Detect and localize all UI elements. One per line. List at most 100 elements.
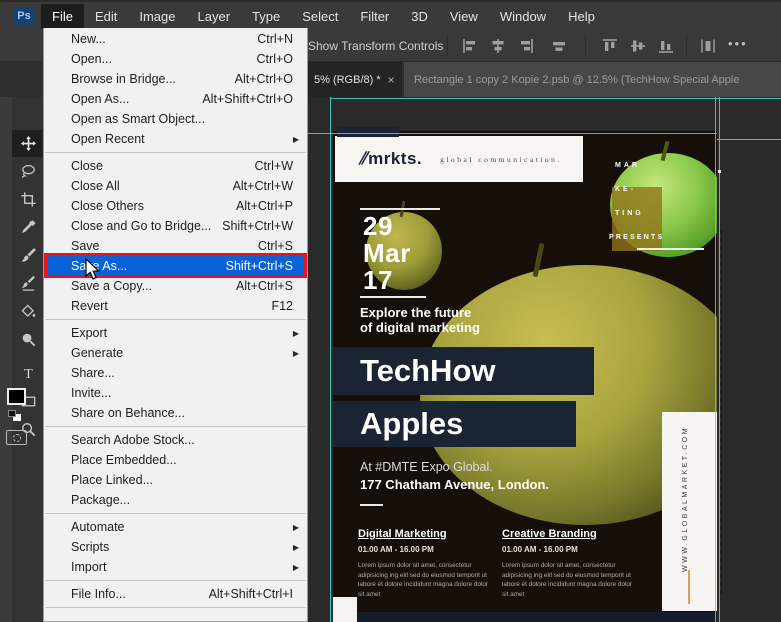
menu-item-share-on-behance[interactable]: Share on Behance... bbox=[44, 403, 307, 423]
move-tool[interactable] bbox=[12, 130, 44, 157]
menubar-item-help[interactable]: Help bbox=[557, 4, 606, 29]
submenu-arrow-icon: ▶ bbox=[289, 349, 299, 358]
menu-item-close-and-go-to-bridge[interactable]: Close and Go to Bridge...Shift+Ctrl+W bbox=[44, 216, 307, 236]
menu-item-open-as[interactable]: Open As...Alt+Shift+Ctrl+O bbox=[44, 89, 307, 109]
selection-dashed-edge bbox=[721, 230, 722, 594]
distribute-horizontal-icon[interactable] bbox=[551, 38, 567, 54]
eyedropper-tool[interactable] bbox=[12, 214, 44, 241]
title-bar-techhow: TechHow bbox=[333, 347, 594, 395]
menu-item-search-adobe-stock[interactable]: Search Adobe Stock... bbox=[44, 430, 307, 450]
align-middle-icon[interactable] bbox=[630, 38, 646, 54]
website-strip: WWW.GLOBALMARKET.COM bbox=[662, 412, 717, 611]
menu-item-close-all[interactable]: Close AllAlt+Ctrl+W bbox=[44, 176, 307, 196]
menubar-item-file[interactable]: File bbox=[41, 4, 84, 29]
separator bbox=[686, 36, 687, 56]
menubar-item-edit[interactable]: Edit bbox=[84, 4, 128, 29]
menu-separator bbox=[45, 513, 306, 514]
divider-line bbox=[360, 504, 383, 506]
tool-strip: T bbox=[12, 92, 44, 622]
schedule-column-creative-branding: Creative Branding 01.00 AM - 16.00 PM Lo… bbox=[502, 528, 636, 599]
presents-text: MAR bbox=[615, 162, 675, 169]
document-tab-active[interactable]: 5% (RGB/8) * × bbox=[308, 62, 402, 97]
menu-item-browse-in-bridge[interactable]: Browse in Bridge...Alt+Ctrl+O bbox=[44, 69, 307, 89]
divider-line bbox=[637, 248, 704, 250]
tab-close-icon[interactable]: × bbox=[388, 73, 395, 87]
align-bottom-icon[interactable] bbox=[658, 38, 674, 54]
align-center-horizontal-icon[interactable] bbox=[490, 38, 506, 54]
submenu-arrow-icon: ▶ bbox=[289, 329, 299, 338]
menu-item-open-as-smart-object[interactable]: Open as Smart Object... bbox=[44, 109, 307, 129]
menu-item-open[interactable]: Open...Ctrl+O bbox=[44, 49, 307, 69]
guide-vertical-right-b bbox=[719, 97, 720, 622]
menu-item-share[interactable]: Share... bbox=[44, 363, 307, 383]
menu-item-import[interactable]: Import▶ bbox=[44, 557, 307, 577]
crop-tool[interactable] bbox=[12, 186, 44, 213]
poster-corner-square bbox=[333, 597, 357, 622]
foreground-color-mini-swatch[interactable] bbox=[8, 410, 16, 417]
menu-item-invite[interactable]: Invite... bbox=[44, 383, 307, 403]
menu-item-scripts[interactable]: Scripts▶ bbox=[44, 537, 307, 557]
tool-dock: « bbox=[0, 30, 44, 622]
align-right-icon[interactable] bbox=[518, 38, 534, 54]
mixer-brush-tool[interactable] bbox=[12, 270, 44, 297]
show-transform-controls-label[interactable]: Show Transform Controls bbox=[308, 39, 443, 53]
menubar-item-3d[interactable]: 3D bbox=[400, 4, 439, 29]
presents-text: TING bbox=[615, 210, 675, 217]
align-left-icon[interactable] bbox=[462, 38, 478, 54]
olive-overlay-box bbox=[612, 187, 662, 251]
more-options-icon[interactable]: ••• bbox=[728, 36, 748, 51]
menu-item-place-linked[interactable]: Place Linked... bbox=[44, 470, 307, 490]
align-top-icon[interactable] bbox=[602, 38, 618, 54]
guide-horizontal-top bbox=[330, 98, 781, 99]
menu-item-place-embedded[interactable]: Place Embedded... bbox=[44, 450, 307, 470]
schedule-column-digital-marketing: Digital Marketing 01.00 AM - 16.00 PM Lo… bbox=[358, 528, 492, 599]
menu-item-automate[interactable]: Automate▶ bbox=[44, 517, 307, 537]
divider-line bbox=[360, 296, 426, 298]
menubar-item-filter[interactable]: Filter bbox=[349, 4, 400, 29]
separator bbox=[447, 36, 448, 56]
brand-tagline: global communication. bbox=[440, 155, 562, 164]
brand-logo: ⫽mrkts. bbox=[359, 149, 422, 169]
menu-item-file-info[interactable]: File Info...Alt+Shift+Ctrl+I bbox=[44, 584, 307, 604]
lasso-tool[interactable] bbox=[12, 158, 44, 185]
brush-tool[interactable] bbox=[12, 242, 44, 269]
guide-vertical-left bbox=[330, 97, 331, 622]
quick-mask-icon bbox=[13, 434, 21, 442]
menu-item-close[interactable]: CloseCtrl+W bbox=[44, 156, 307, 176]
document-tab-inactive[interactable]: Rectangle 1 copy 2 Kopie 2.psb @ 12.5% (… bbox=[404, 62, 781, 97]
divider-line bbox=[360, 208, 440, 210]
menu-item-open-recent[interactable]: Open Recent▶ bbox=[44, 129, 307, 149]
guide-horizontal-banner bbox=[308, 133, 717, 134]
menu-separator bbox=[45, 319, 306, 320]
type-tool[interactable]: T bbox=[12, 360, 44, 387]
title-bar-apples: Apples bbox=[333, 401, 576, 447]
menubar-item-view[interactable]: View bbox=[439, 4, 489, 29]
menubar-item-layer[interactable]: Layer bbox=[187, 4, 242, 29]
event-date: 29 Mar 17 bbox=[363, 213, 411, 294]
menu-item-generate[interactable]: Generate▶ bbox=[44, 343, 307, 363]
menu-item-export[interactable]: Export▶ bbox=[44, 323, 307, 343]
menubar-item-image[interactable]: Image bbox=[128, 4, 186, 29]
mouse-cursor bbox=[84, 258, 102, 282]
website-url: WWW.GLOBALMARKET.COM bbox=[682, 422, 689, 572]
photoshop-window: MAR KE- TING PRESENTS ⫽mrkts. global com… bbox=[0, 0, 781, 622]
menu-separator bbox=[45, 580, 306, 581]
submenu-arrow-icon: ▶ bbox=[289, 135, 299, 144]
menubar-item-type[interactable]: Type bbox=[241, 4, 291, 29]
paint-bucket-tool[interactable] bbox=[12, 298, 44, 325]
menu-item-package[interactable]: Package... bbox=[44, 490, 307, 510]
distribute-vertical-icon[interactable] bbox=[700, 38, 716, 54]
menu-separator bbox=[45, 426, 306, 427]
logo-slashes: ⫽ bbox=[359, 149, 367, 168]
menubar-item-select[interactable]: Select bbox=[291, 4, 349, 29]
menu-item-revert[interactable]: RevertF12 bbox=[44, 296, 307, 316]
zoom-tool-filled[interactable] bbox=[12, 326, 44, 353]
menu-item-close-others[interactable]: Close OthersAlt+Ctrl+P bbox=[44, 196, 307, 216]
quick-mask-mode-button[interactable] bbox=[6, 430, 27, 445]
menu-bar: Ps File Edit Image Layer Type Select Fil… bbox=[0, 0, 781, 30]
transform-handle bbox=[718, 170, 721, 173]
menubar-item-window[interactable]: Window bbox=[489, 4, 557, 29]
menu-item-new[interactable]: New...Ctrl+N bbox=[44, 29, 307, 49]
presents-text: PRESENTS bbox=[609, 234, 669, 241]
foreground-color-swatch[interactable] bbox=[7, 388, 26, 405]
